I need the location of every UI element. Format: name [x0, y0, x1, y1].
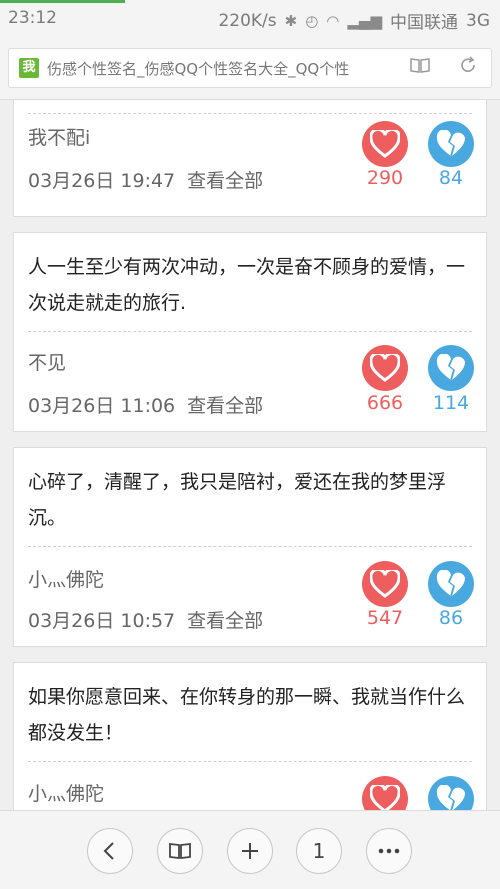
- post-card: 如果你愿意回来、在你转身的那一瞬、我就当作什么都没发生！ 小灬佛陀: [13, 662, 487, 810]
- network-speed: 220K/s: [218, 10, 277, 31]
- browser-toolbar: 我 伤感个性签名_伤感QQ个性签名大全_QQ个性: [0, 36, 500, 100]
- dashed-divider: [28, 761, 472, 762]
- like-count: 547: [366, 607, 404, 629]
- status-icons: 220K/s ✱ ◴ ◠ ▂▄▆ 中国联通 3G: [218, 8, 490, 34]
- dashed-divider: [28, 331, 472, 332]
- menu-button[interactable]: [366, 828, 412, 874]
- heart-icon[interactable]: [362, 561, 408, 607]
- book-icon: [169, 842, 191, 860]
- tabs-count: 1: [312, 839, 326, 863]
- post-card: 心碎了，清醒了，我只是陪衬，爱还在我的梦里浮沉。 小灬佛陀 03月26日 10:…: [13, 447, 487, 647]
- broken-heart-icon[interactable]: [428, 121, 474, 167]
- heart-icon[interactable]: [362, 345, 408, 391]
- bottom-nav: 1: [0, 810, 500, 889]
- network-type: 3G: [466, 10, 490, 31]
- plus-icon: [242, 843, 258, 859]
- new-tab-button[interactable]: [227, 828, 273, 874]
- heartbreak-count: 84: [438, 167, 464, 189]
- broken-heart-icon[interactable]: [428, 776, 474, 810]
- wifi-icon: ◠: [326, 11, 340, 30]
- broken-heart-icon[interactable]: [428, 345, 474, 391]
- like-count: 290: [366, 167, 404, 189]
- view-all-link[interactable]: 查看全部: [187, 170, 263, 192]
- tabs-button[interactable]: 1: [296, 828, 342, 874]
- heart-icon[interactable]: [362, 776, 408, 810]
- post-date: 03月26日 10:57: [28, 610, 176, 632]
- status-bar: 23:12 220K/s ✱ ◴ ◠ ▂▄▆ 中国联通 3G: [0, 0, 500, 36]
- post-meta: 03月26日 10:57 查看全部: [28, 606, 263, 633]
- post-list: 我不配i 03月26日 19:47 查看全部 290 84 人一生至少有两次冲动，…: [0, 100, 500, 810]
- post-card: 人一生至少有两次冲动，一次是奋不顾身的爱情，一次说走就走的旅行. 不见 03月2…: [13, 232, 487, 432]
- bookmarks-button[interactable]: [157, 828, 203, 874]
- post-author[interactable]: 我不配i: [28, 123, 90, 150]
- refresh-icon[interactable]: [455, 56, 481, 82]
- post-card: 我不配i 03月26日 19:47 查看全部 290 84: [13, 100, 487, 217]
- back-button[interactable]: [87, 828, 133, 874]
- book-icon[interactable]: [407, 56, 433, 82]
- post-author[interactable]: 小灬佛陀: [28, 779, 104, 806]
- post-author[interactable]: 小灬佛陀: [28, 565, 104, 592]
- post-meta: 03月26日 19:47 查看全部: [28, 166, 263, 193]
- bluetooth-icon: ✱: [284, 11, 298, 30]
- site-favicon: 我: [19, 58, 39, 78]
- post-date: 03月26日 11:06: [28, 395, 176, 417]
- post-date: 03月26日 19:47: [28, 170, 176, 192]
- status-time: 23:12: [8, 8, 57, 28]
- heartbreak-count: 86: [438, 607, 464, 629]
- back-icon: [103, 842, 114, 860]
- heartbreak-count: 114: [432, 392, 470, 414]
- broken-heart-icon[interactable]: [428, 561, 474, 607]
- post-text[interactable]: 如果你愿意回来、在你转身的那一瞬、我就当作什么都没发生！: [28, 679, 472, 751]
- carrier-name: 中国联通: [390, 13, 458, 33]
- post-meta: 03月26日 11:06 查看全部: [28, 391, 263, 418]
- more-icon: [378, 848, 400, 854]
- alarm-icon: ◴: [305, 11, 319, 30]
- dashed-divider: [28, 546, 472, 547]
- view-all-link[interactable]: 查看全部: [187, 395, 263, 417]
- view-all-link[interactable]: 查看全部: [187, 610, 263, 632]
- address-bar[interactable]: 我 伤感个性签名_伤感QQ个性签名大全_QQ个性: [8, 48, 492, 88]
- heart-icon[interactable]: [362, 121, 408, 167]
- post-text[interactable]: 心碎了，清醒了，我只是陪衬，爱还在我的梦里浮沉。: [28, 464, 472, 536]
- post-author[interactable]: 不见: [28, 348, 66, 375]
- post-text[interactable]: 人一生至少有两次冲动，一次是奋不顾身的爱情，一次说走就走的旅行.: [28, 249, 472, 321]
- page-title[interactable]: 伤感个性签名_伤感QQ个性签名大全_QQ个性: [47, 58, 392, 80]
- dashed-divider: [28, 113, 472, 114]
- signal-icon: ▂▄▆: [347, 11, 382, 30]
- progress-line: [0, 0, 125, 3]
- like-count: 666: [366, 392, 404, 414]
